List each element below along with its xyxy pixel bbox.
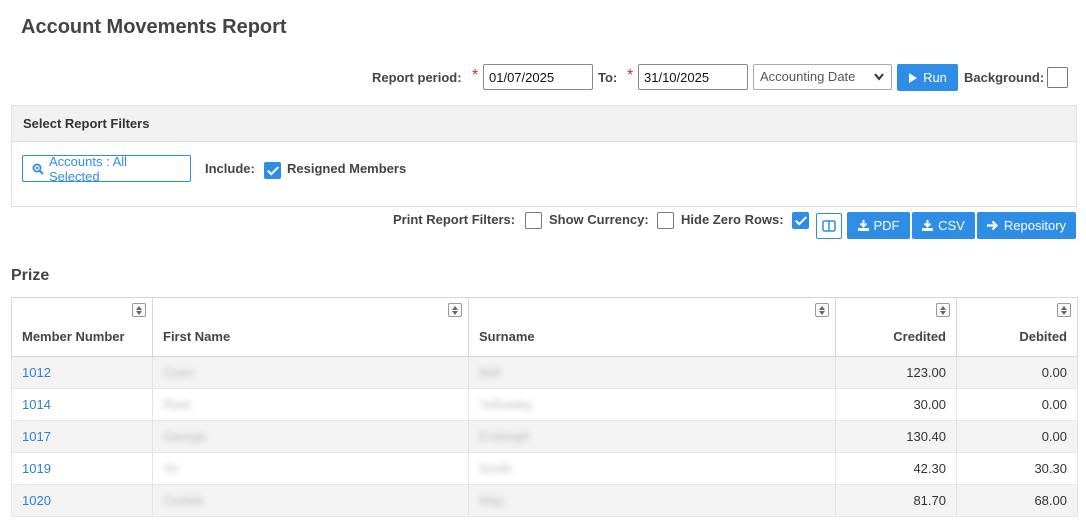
surname-cell: Erskingh bbox=[479, 429, 530, 444]
columns-button[interactable] bbox=[816, 213, 842, 239]
date-type-select[interactable]: Accounting Date bbox=[753, 64, 892, 90]
debited-cell: 0.00 bbox=[956, 420, 1078, 453]
column-header-surname: Surname bbox=[468, 297, 836, 357]
zoom-icon bbox=[32, 163, 44, 175]
sort-icon[interactable] bbox=[815, 303, 829, 317]
pdf-button-label: PDF bbox=[873, 218, 900, 233]
credited-cell: 130.40 bbox=[835, 420, 957, 453]
surname-cell: Smith bbox=[479, 461, 513, 476]
surname-cell: Yellowley bbox=[479, 397, 533, 412]
download-icon bbox=[857, 220, 869, 231]
background-label: Background: bbox=[964, 70, 1045, 85]
column-header-credited: Credited bbox=[835, 297, 957, 357]
download-icon bbox=[922, 220, 934, 231]
show-currency-label: Show Currency: bbox=[549, 212, 649, 227]
member-number-link[interactable]: 1019 bbox=[22, 461, 51, 476]
first-name-cell: Reet bbox=[163, 397, 191, 412]
surname-cell: Way bbox=[479, 493, 505, 508]
credited-cell: 30.00 bbox=[835, 388, 957, 421]
member-number-link[interactable]: 1014 bbox=[22, 397, 51, 412]
play-icon bbox=[909, 72, 918, 83]
credited-cell: 123.00 bbox=[835, 356, 957, 389]
accounts-filter-button[interactable]: Accounts : All Selected bbox=[22, 153, 191, 184]
include-label: Include: bbox=[205, 161, 255, 176]
run-button[interactable]: Run bbox=[897, 64, 958, 91]
first-name-cell: Yo bbox=[163, 461, 178, 476]
print-filters-label: Print Report Filters: bbox=[393, 212, 516, 227]
sort-icon[interactable] bbox=[1057, 303, 1071, 317]
table-row: 1019 Yo Smith 42.30 30.30 bbox=[11, 452, 1078, 485]
date-from-input[interactable] bbox=[483, 64, 593, 90]
credited-cell: 42.30 bbox=[835, 452, 957, 485]
debited-cell: 68.00 bbox=[956, 484, 1078, 517]
page-title: Account Movements Report bbox=[21, 16, 287, 38]
hide-zero-rows-checkbox[interactable] bbox=[792, 212, 809, 229]
to-label: To: bbox=[598, 70, 618, 85]
member-number-link[interactable]: 1017 bbox=[22, 429, 51, 444]
csv-button[interactable]: CSV bbox=[912, 212, 975, 239]
debited-cell: 30.30 bbox=[956, 452, 1078, 485]
surname-cell: Bell bbox=[479, 365, 501, 380]
pdf-button[interactable]: PDF bbox=[847, 212, 910, 239]
report-table: Member Number First Name Surname Credite… bbox=[11, 297, 1078, 517]
date-to-input[interactable] bbox=[638, 64, 748, 90]
show-currency-checkbox[interactable] bbox=[657, 212, 674, 229]
columns-icon bbox=[822, 220, 836, 232]
run-button-label: Run bbox=[923, 70, 947, 85]
required-marker: * bbox=[627, 67, 634, 84]
debited-cell: 0.00 bbox=[956, 388, 1078, 421]
table-row: 1017 George Erskingh 130.40 0.00 bbox=[11, 420, 1078, 453]
column-header-first-name: First Name bbox=[152, 297, 469, 357]
resigned-members-checkbox[interactable] bbox=[264, 162, 281, 179]
column-header-member-number: Member Number bbox=[11, 297, 153, 357]
debited-cell: 0.00 bbox=[956, 356, 1078, 389]
repository-button[interactable]: Repository bbox=[977, 212, 1076, 239]
sort-icon[interactable] bbox=[936, 303, 950, 317]
required-marker: * bbox=[472, 67, 479, 84]
section-title: Prize bbox=[11, 267, 50, 284]
sort-icon[interactable] bbox=[448, 303, 462, 317]
table-row: 1012 Coen Bell 123.00 0.00 bbox=[11, 356, 1078, 389]
date-type-value: Accounting Date bbox=[760, 69, 856, 84]
credited-cell: 81.70 bbox=[835, 484, 957, 517]
resigned-members-label: Resigned Members bbox=[287, 161, 407, 176]
first-name-cell: Cedale bbox=[163, 493, 205, 508]
hide-zero-rows-label: Hide Zero Rows: bbox=[681, 212, 784, 227]
chevron-down-icon bbox=[873, 65, 885, 97]
background-checkbox[interactable] bbox=[1047, 67, 1068, 88]
arrow-right-icon bbox=[986, 220, 998, 231]
accounts-filter-label: Accounts : All Selected bbox=[48, 153, 128, 184]
filters-header: Select Report Filters bbox=[11, 105, 1077, 141]
member-number-link[interactable]: 1020 bbox=[22, 493, 51, 508]
print-filters-checkbox[interactable] bbox=[525, 212, 542, 229]
first-name-cell: George bbox=[163, 429, 207, 444]
member-number-link[interactable]: 1012 bbox=[22, 365, 51, 380]
repository-button-label: Repository bbox=[1003, 218, 1067, 233]
sort-icon[interactable] bbox=[132, 303, 146, 317]
csv-button-label: CSV bbox=[938, 218, 965, 233]
table-row: 1020 Cedale Way 81.70 68.00 bbox=[11, 484, 1078, 517]
column-header-debited: Debited bbox=[956, 297, 1078, 357]
table-row: 1014 Reet Yellowley 30.00 0.00 bbox=[11, 388, 1078, 421]
report-period-label: Report period: bbox=[372, 70, 462, 85]
first-name-cell: Coen bbox=[163, 365, 195, 380]
